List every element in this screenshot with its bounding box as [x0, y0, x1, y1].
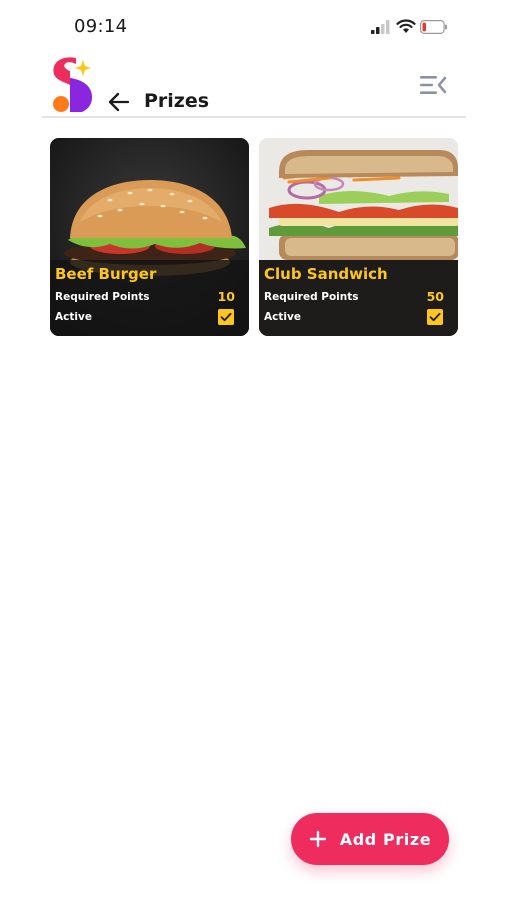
prize-info-overlay: Beef Burger Required Points 10 Active — [50, 260, 249, 336]
status-time: 09:14 — [74, 16, 128, 37]
required-points-label: Required Points — [55, 291, 150, 303]
app-logo — [53, 57, 92, 112]
prize-name: Beef Burger — [55, 265, 157, 283]
prize-grid: Beef Burger Required Points 10 Active Cl… — [50, 138, 458, 336]
wifi-icon — [396, 19, 416, 33]
active-checkbox-checked-icon[interactable] — [218, 309, 234, 325]
add-prize-label: Add Prize — [339, 829, 432, 849]
plus-icon — [309, 830, 326, 848]
battery-icon — [420, 20, 447, 34]
required-points-label: Required Points — [264, 291, 359, 303]
status-bar: 09:14 — [0, 0, 507, 52]
prize-card-club-sandwich[interactable]: Club Sandwich Required Points 50 Active — [259, 138, 458, 336]
prize-info-overlay: Club Sandwich Required Points 50 Active — [259, 260, 458, 336]
menu-collapse-icon[interactable] — [418, 72, 448, 98]
prize-name: Club Sandwich — [264, 265, 388, 283]
active-label: Active — [55, 311, 92, 323]
add-prize-button[interactable]: Add Prize — [291, 813, 449, 865]
header-divider — [42, 116, 466, 118]
page-title: Prizes — [144, 90, 210, 112]
required-points-value: 50 — [426, 289, 444, 304]
active-checkbox-checked-icon[interactable] — [427, 309, 443, 325]
back-arrow-icon[interactable] — [106, 90, 132, 114]
app-header: Prizes — [0, 52, 507, 118]
required-points-value: 10 — [217, 289, 235, 304]
prize-card-beef-burger[interactable]: Beef Burger Required Points 10 Active — [50, 138, 249, 336]
cellular-signal-icon — [371, 20, 390, 34]
active-label: Active — [264, 311, 301, 323]
